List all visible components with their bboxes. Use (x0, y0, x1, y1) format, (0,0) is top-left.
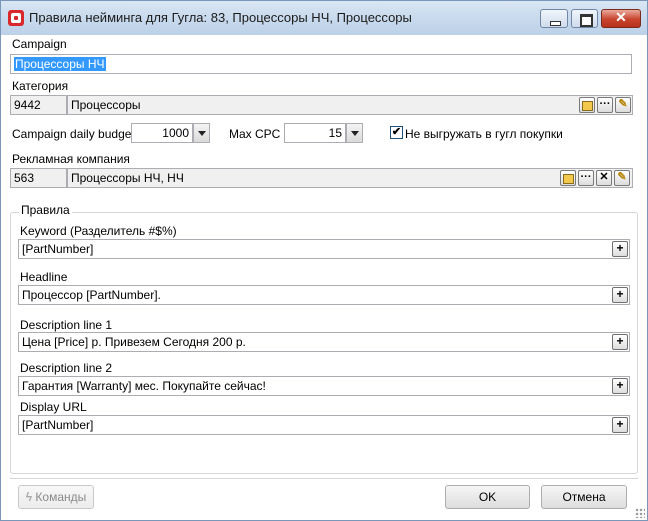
category-name-field[interactable]: Процессоры (67, 95, 633, 115)
headline-input[interactable]: Процессор [PartNumber]. (18, 285, 630, 305)
campaign-input[interactable]: Процессоры НЧ (10, 54, 632, 74)
keyword-insert-button[interactable]: + (612, 241, 628, 257)
budget-label: Campaign daily budget (12, 127, 135, 141)
category-edit-button[interactable]: ✎ (615, 97, 631, 113)
resize-grip-icon[interactable] (635, 508, 645, 518)
plus-icon: + (616, 378, 624, 392)
minimize-icon (550, 21, 561, 26)
ad-company-label: Рекламная компания (12, 152, 130, 166)
ad-company-clear-button[interactable]: ✕ (596, 170, 612, 186)
ad-company-ellipsis-button[interactable]: ··· (578, 170, 594, 186)
description-line-2-input[interactable]: Гарантия [Warranty] мес. Покупайте сейча… (18, 376, 630, 396)
headline-insert-button[interactable]: + (612, 287, 628, 303)
description-line-1-insert-button[interactable]: + (612, 334, 628, 350)
description-line-2-insert-button[interactable]: + (612, 378, 628, 394)
checkmark-icon: ✔ (391, 126, 402, 138)
category-label: Категория (12, 79, 69, 93)
close-button[interactable]: ✕ (601, 9, 641, 28)
no-shopping-export-label: Не выгружать в гугл покупки (405, 127, 563, 141)
max-cpc-input[interactable]: 15 (284, 123, 346, 143)
campaign-value: Процессоры НЧ (14, 57, 106, 71)
rules-group-label: Правила (19, 203, 72, 217)
description-line-2-label: Description line 2 (20, 361, 113, 375)
cancel-button[interactable]: Отмена (541, 485, 627, 509)
window-title: Правила нейминга для Гугла: 83, Процессо… (29, 10, 412, 25)
ad-company-edit-button[interactable]: ✎ (614, 170, 630, 186)
maximize-icon (580, 14, 593, 27)
ad-company-name: Процессоры НЧ, НЧ (71, 171, 184, 185)
plus-icon: + (616, 417, 624, 431)
maximize-button[interactable] (571, 9, 598, 28)
lightning-icon: ϟ (25, 490, 33, 504)
footer-divider (10, 478, 638, 479)
category-select-button[interactable] (579, 97, 595, 113)
title-bar[interactable]: Правила нейминга для Гугла: 83, Процессо… (0, 0, 648, 35)
max-cpc-label: Max CPC (229, 127, 281, 141)
plus-icon: + (616, 287, 624, 301)
minimize-button[interactable] (540, 9, 568, 28)
ad-company-name-field[interactable]: Процессоры НЧ, НЧ (67, 168, 633, 188)
app-logo-icon (8, 10, 24, 26)
category-name: Процессоры (71, 98, 141, 112)
edit-icon: ✎ (617, 171, 627, 183)
no-shopping-export-checkbox[interactable]: ✔ (390, 126, 403, 139)
ellipsis-icon: ··· (580, 171, 592, 183)
edit-icon: ✎ (618, 98, 628, 110)
display-url-insert-button[interactable]: + (612, 417, 628, 433)
commands-button[interactable]: ϟ Команды (18, 485, 94, 509)
budget-input[interactable]: 1000 (131, 123, 193, 143)
ok-button[interactable]: OK (445, 485, 530, 509)
ellipsis-icon: ··· (599, 98, 611, 110)
headline-label: Headline (20, 270, 68, 284)
ad-company-id-field[interactable]: 563 (10, 168, 67, 188)
commands-button-label: Команды (35, 490, 87, 504)
plus-icon: + (616, 241, 624, 255)
keyword-input[interactable]: [PartNumber] (18, 239, 630, 259)
display-url-input[interactable]: [PartNumber] (18, 415, 630, 435)
budget-dropdown-button[interactable] (193, 123, 210, 143)
select-icon (581, 101, 593, 111)
description-line-1-label: Description line 1 (20, 318, 113, 332)
category-id-field[interactable]: 9442 (10, 95, 67, 115)
close-icon: ✕ (615, 9, 627, 25)
ad-company-select-button[interactable] (560, 170, 576, 186)
description-line-1-input[interactable]: Цена [Price] р. Привезем Сегодня 200 р. (18, 332, 630, 352)
display-url-label: Display URL (20, 400, 87, 414)
select-icon (562, 174, 574, 184)
max-cpc-dropdown-button[interactable] (346, 123, 363, 143)
plus-icon: + (616, 334, 624, 348)
campaign-label: Campaign (12, 37, 67, 51)
clear-icon: ✕ (599, 171, 609, 183)
category-ellipsis-button[interactable]: ··· (597, 97, 613, 113)
keyword-label: Keyword (Разделитель #$%) (20, 224, 177, 238)
